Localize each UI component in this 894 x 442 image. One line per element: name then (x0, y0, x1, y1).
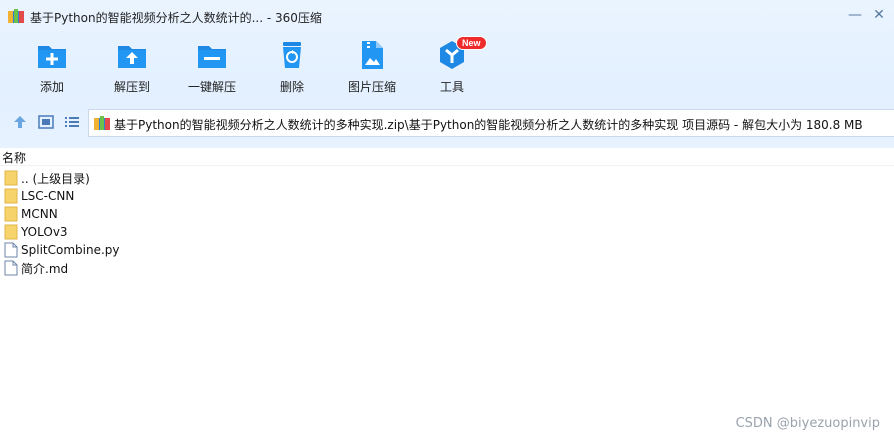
zip-archive-icon (94, 116, 110, 130)
folder-icon (4, 224, 18, 240)
view-list-icon[interactable] (64, 114, 80, 130)
extract-to-label: 解压到 (113, 80, 150, 94)
list-item-folder[interactable]: LSC-CNN (0, 187, 400, 205)
delete-button[interactable]: 删除 (252, 38, 332, 96)
list-item-folder[interactable]: YOLOv3 (0, 223, 400, 241)
image-compress-button[interactable]: 图片压缩 (332, 38, 412, 96)
close-button[interactable]: ✕ (866, 4, 892, 26)
archive-app-icon (8, 9, 24, 23)
list-item-name: MCNN (21, 207, 58, 221)
list-item-folder[interactable]: MCNN (0, 205, 400, 223)
delete-label: 删除 (279, 80, 304, 94)
address-path: 基于Python的智能视频分析之人数统计的多种实现.zip\基于Python的智… (114, 118, 863, 132)
list-item-file[interactable]: 简介.md (0, 259, 400, 277)
recycle-bin-icon (283, 42, 301, 68)
minimize-button[interactable]: — (842, 4, 868, 26)
tools-button[interactable]: New 工具 (412, 36, 492, 96)
file-icon (4, 260, 18, 276)
list-item-name: LSC-CNN (21, 189, 75, 203)
header-area: 基于Python的智能视频分析之人数统计的... - 360压缩 — ✕ 添加 (0, 0, 894, 148)
address-row: 基于Python的智能视频分析之人数统计的多种实现.zip\基于Python的智… (0, 106, 894, 138)
one-click-extract-label: 一键解压 (187, 80, 236, 94)
app-window: 基于Python的智能视频分析之人数统计的... - 360压缩 — ✕ 添加 (0, 0, 894, 442)
title-bar[interactable]: 基于Python的智能视频分析之人数统计的... - 360压缩 — ✕ (0, 0, 894, 34)
list-item-name: YOLOv3 (21, 225, 68, 239)
tools-label: 工具 (439, 80, 464, 94)
list-item-name: 简介.md (21, 261, 69, 276)
window-title: 基于Python的智能视频分析之人数统计的... - 360压缩 (30, 11, 322, 25)
one-click-extract-button[interactable]: 一键解压 (172, 38, 252, 96)
folder-icon (4, 206, 18, 222)
extract-to-button[interactable]: 解压到 (92, 38, 172, 96)
toolbar: 添加 解压到 一键解压 删除 图片压缩 New 工具 (0, 34, 894, 100)
watermark-text: CSDN @biyezuopinvip (735, 416, 880, 431)
column-header[interactable]: 名称 (0, 148, 894, 166)
list-item-parent-dir[interactable]: .. (上级目录) (0, 169, 400, 187)
add-label: 添加 (39, 80, 64, 94)
list-item-name: SplitCombine.py (21, 243, 120, 257)
one-click-extract-icon (198, 46, 226, 68)
image-compress-label: 图片压缩 (347, 80, 396, 94)
list-item-file[interactable]: SplitCombine.py (0, 241, 400, 259)
address-bar[interactable]: 基于Python的智能视频分析之人数统计的多种实现.zip\基于Python的智… (88, 109, 894, 137)
minimize-icon: — (848, 7, 862, 23)
view-thumbnail-icon[interactable] (38, 114, 54, 130)
add-folder-icon (38, 46, 66, 68)
image-compress-icon (362, 41, 383, 69)
add-button[interactable]: 添加 (12, 38, 92, 96)
up-arrow-icon[interactable] (12, 114, 28, 130)
file-icon (4, 242, 18, 258)
folder-icon (4, 170, 18, 186)
list-item-name: .. (上级目录) (21, 171, 90, 186)
close-icon: ✕ (873, 7, 885, 23)
column-name-header[interactable]: 名称 (2, 149, 26, 166)
extract-to-icon (118, 46, 146, 68)
folder-icon (4, 188, 18, 204)
new-badge: New (456, 36, 487, 50)
